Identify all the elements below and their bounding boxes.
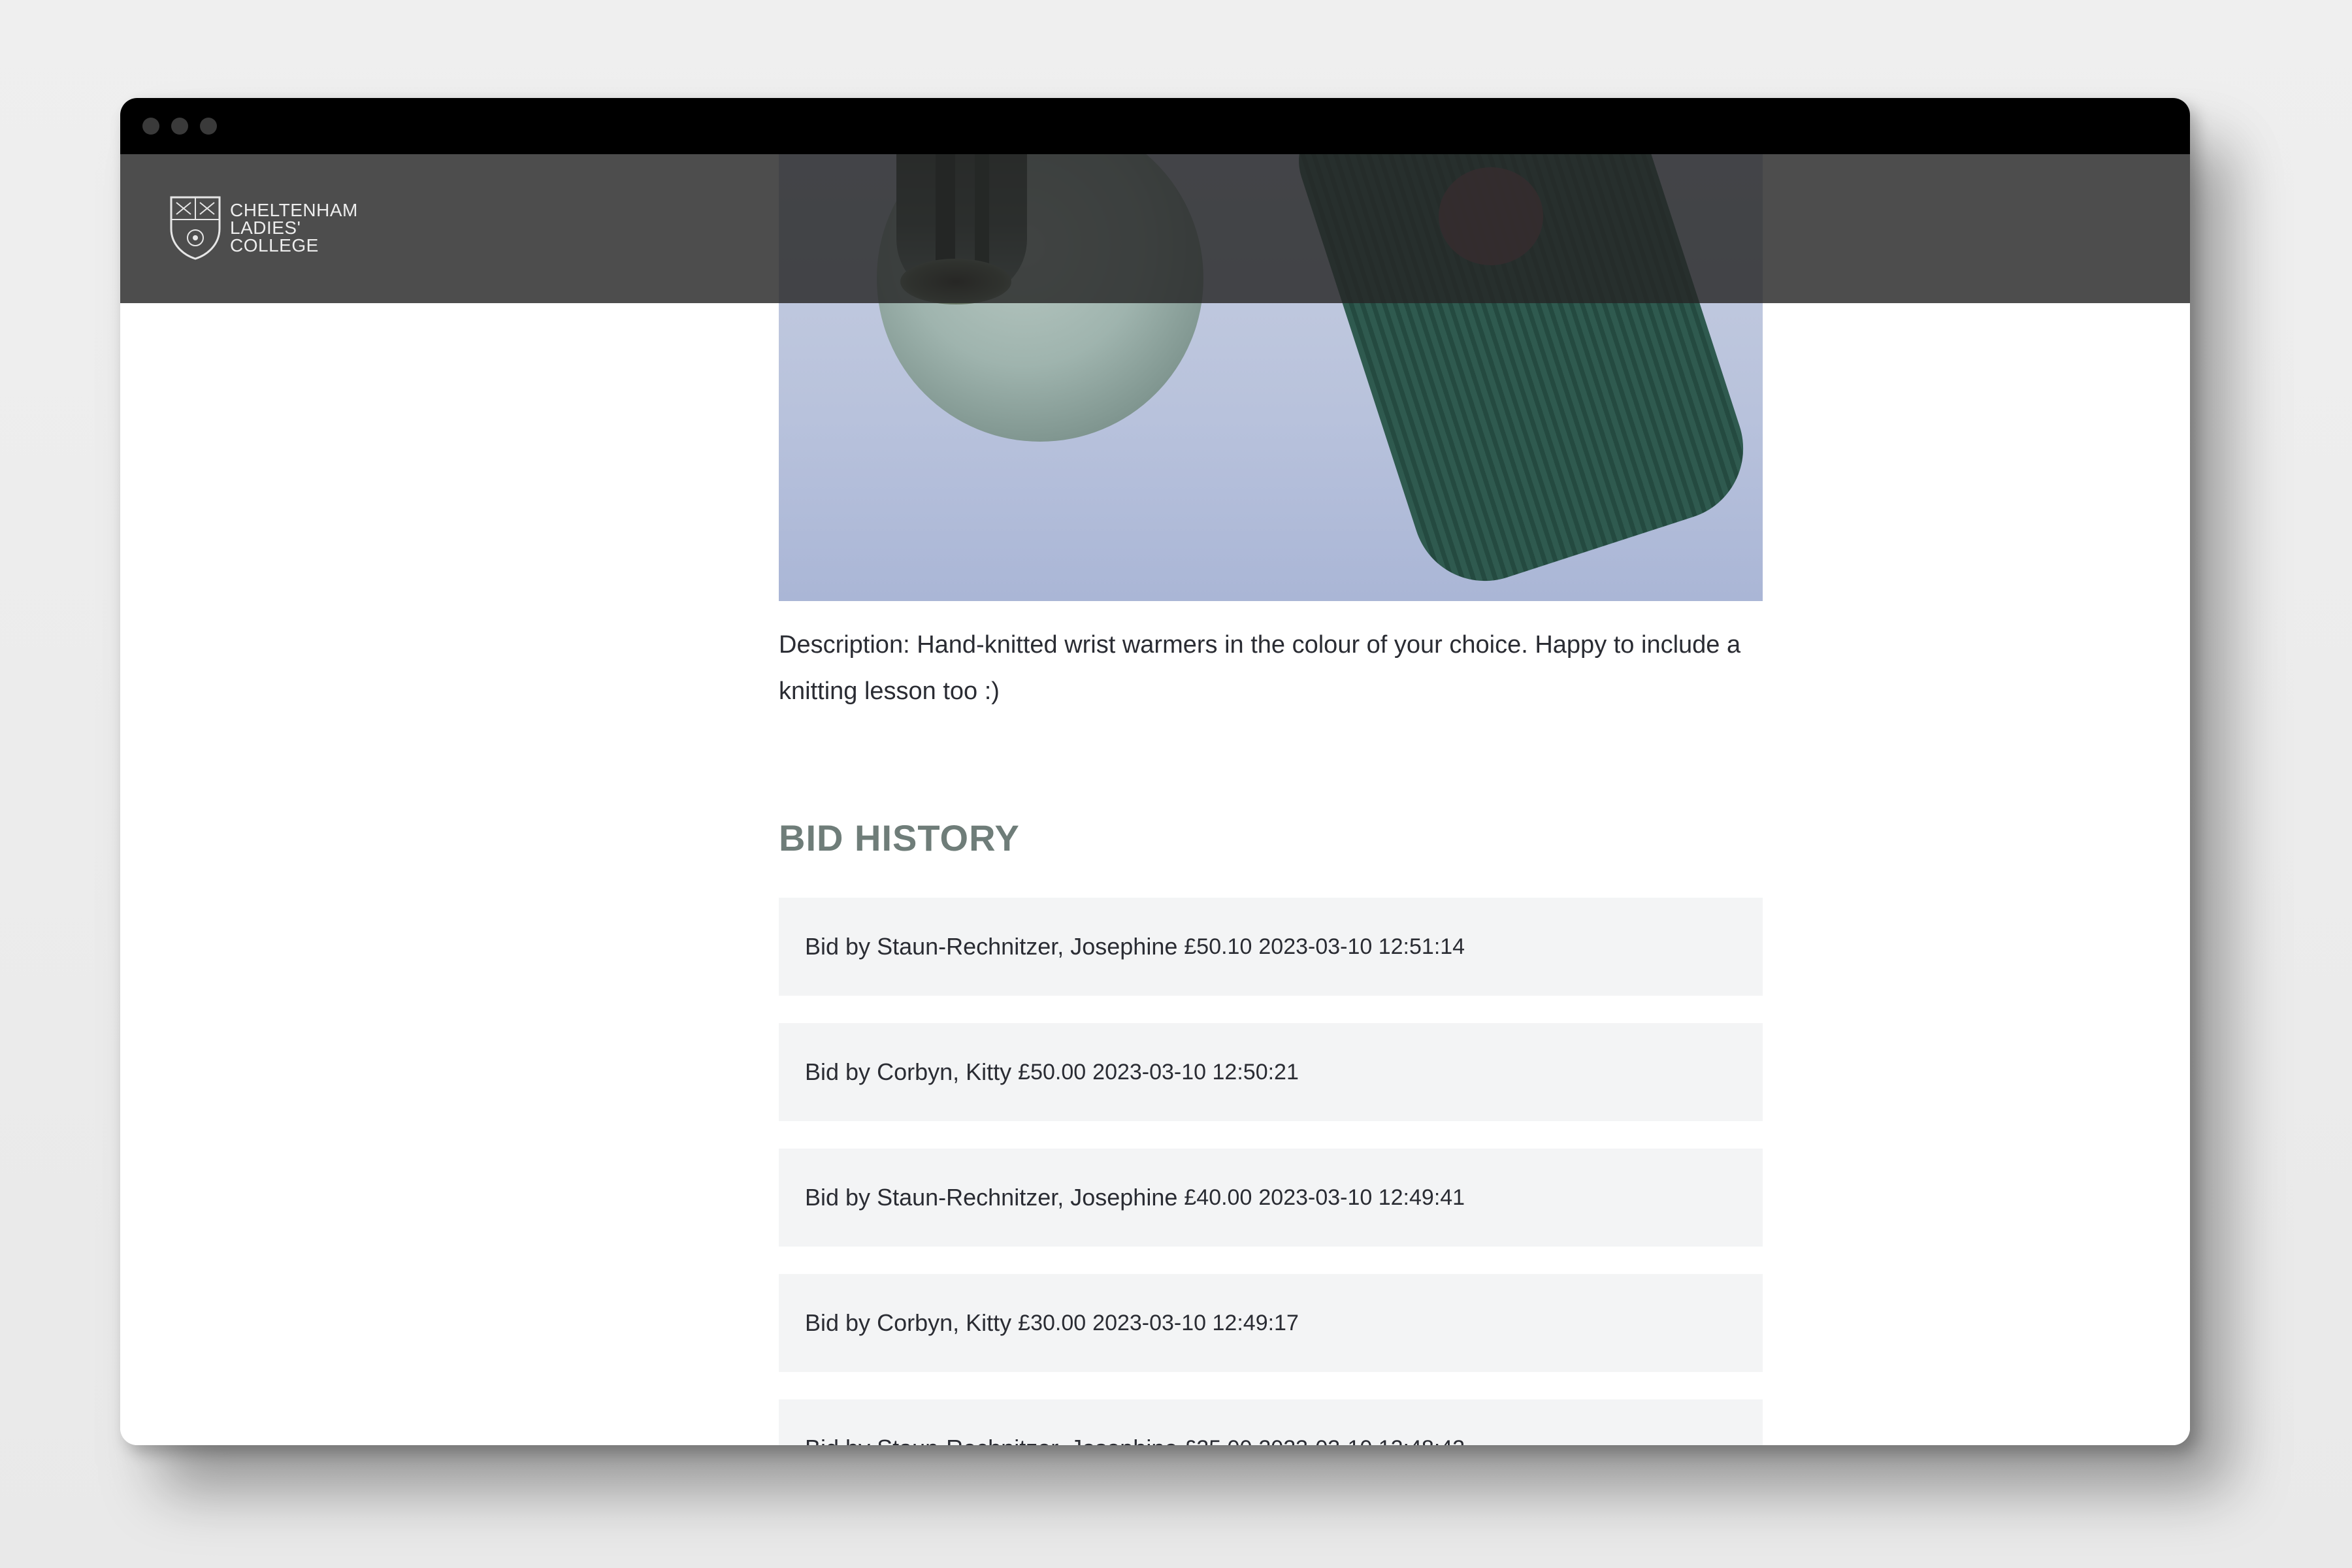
bid-row: Bid by Staun-Rechnitzer, Josephine £40.0… <box>779 1149 1763 1247</box>
bid-label: Bid by <box>805 1435 870 1445</box>
close-window-button[interactable] <box>142 118 159 135</box>
bid-amount: £50.00 <box>1018 1059 1086 1085</box>
logo-line: LADIES' <box>230 217 301 238</box>
bid-timestamp: 2023-03-10 12:49:17 <box>1092 1310 1299 1335</box>
site-header: CHELTENHAM LADIES' COLLEGE <box>120 154 2190 303</box>
bid-row: Bid by Staun-Rechnitzer, Josephine £50.1… <box>779 898 1763 996</box>
bid-bidder: Staun-Rechnitzer, Josephine <box>877 1435 1177 1445</box>
minimize-window-button[interactable] <box>171 118 188 135</box>
page-viewport[interactable]: CHELTENHAM LADIES' COLLEGE Description: … <box>120 154 2190 1445</box>
bid-amount: £40.00 <box>1184 1184 1252 1210</box>
item-description: Description: Hand-knitted wrist warmers … <box>779 631 1741 705</box>
bid-timestamp: 2023-03-10 12:49:41 <box>1258 1184 1465 1210</box>
bid-timestamp: 2023-03-10 12:50:21 <box>1092 1059 1299 1085</box>
shield-crest-icon <box>170 196 221 260</box>
bid-amount: £30.00 <box>1018 1310 1086 1335</box>
bid-bidder: Staun-Rechnitzer, Josephine <box>877 1184 1178 1211</box>
maximize-window-button[interactable] <box>200 118 217 135</box>
bid-row: Bid by Staun-Rechnitzer, Josephine £25.0… <box>779 1399 1763 1445</box>
bid-history-list: Bid by Staun-Rechnitzer, Josephine £50.1… <box>779 898 1763 1445</box>
bid-label: Bid by <box>805 1058 871 1085</box>
window-titlebar <box>120 98 2190 154</box>
logo-wordmark: CHELTENHAM LADIES' COLLEGE <box>230 201 358 254</box>
bid-label: Bid by <box>805 933 871 960</box>
bid-row: Bid by Corbyn, Kitty £50.00 2023-03-10 1… <box>779 1023 1763 1121</box>
bid-bidder: Corbyn, Kitty <box>877 1058 1012 1085</box>
bid-amount: £50.10 <box>1184 934 1252 959</box>
logo-line: CHELTENHAM <box>230 199 358 220</box>
bid-amount: £25.00 <box>1184 1436 1252 1446</box>
bid-label: Bid by <box>805 1309 871 1336</box>
bid-timestamp: 2023-03-10 12:48:42 <box>1258 1436 1465 1446</box>
bid-history-title: BID HISTORY <box>779 817 1020 858</box>
logo-line: COLLEGE <box>230 235 319 255</box>
bid-row: Bid by Corbyn, Kitty £30.00 2023-03-10 1… <box>779 1274 1763 1372</box>
browser-window: CHELTENHAM LADIES' COLLEGE Description: … <box>120 98 2190 1445</box>
bid-timestamp: 2023-03-10 12:51:14 <box>1258 934 1465 959</box>
bid-label: Bid by <box>805 1184 871 1211</box>
bid-bidder: Corbyn, Kitty <box>877 1309 1012 1336</box>
college-logo-link[interactable]: CHELTENHAM LADIES' COLLEGE <box>167 193 358 261</box>
bid-bidder: Staun-Rechnitzer, Josephine <box>877 933 1178 960</box>
